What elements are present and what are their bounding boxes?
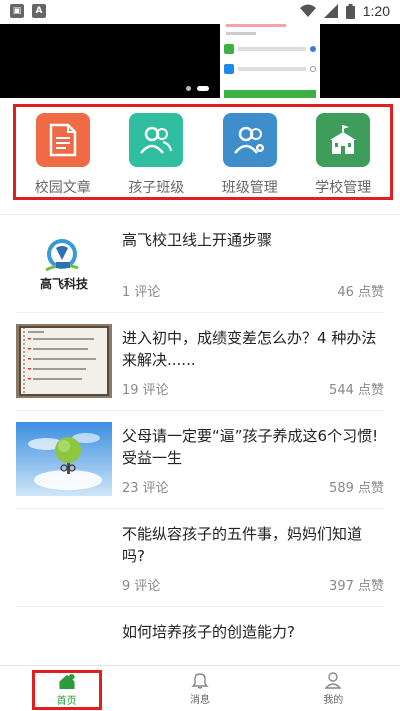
home-icon xyxy=(59,673,75,689)
article-thumbnail xyxy=(16,422,112,496)
like-count: 46 点赞 xyxy=(337,285,384,300)
bottom-tab-bar: 首页 消息 我的 xyxy=(0,665,400,711)
tab-home[interactable]: 首页 xyxy=(31,669,102,710)
comment-count: 19 评论 xyxy=(122,383,169,398)
menu-class-management[interactable]: 班级管理 xyxy=(210,113,290,197)
quick-menu: 校园文章 孩子班级 班级管理 学校管理 xyxy=(13,104,393,200)
menu-label: 班级管理 xyxy=(221,180,278,196)
status-time: 1:20 xyxy=(362,3,390,19)
person-icon xyxy=(324,672,342,689)
article-title[interactable]: 高飞校卫线上开通步骤 xyxy=(122,229,384,251)
banner-image xyxy=(220,24,320,98)
tab-label: 我的 xyxy=(323,695,344,706)
battery-icon xyxy=(345,3,355,19)
bell-icon xyxy=(191,673,209,689)
carousel-dot-active[interactable] xyxy=(197,86,209,91)
menu-campus-articles[interactable]: 校园文章 xyxy=(23,113,103,197)
carousel-indicator xyxy=(186,86,209,91)
tab-messages[interactable]: 消息 xyxy=(165,668,235,710)
article-title[interactable]: 不能纵容孩子的五件事，妈妈们知道吗? xyxy=(122,523,384,567)
tab-profile[interactable]: 我的 xyxy=(298,668,368,710)
article-title[interactable]: 父母请一定要“逼”孩子养成这6个习惯!受益一生 xyxy=(122,425,384,469)
comment-count: 1 评论 xyxy=(122,285,161,300)
like-count: 397 点赞 xyxy=(329,579,384,594)
app-notification-icon: ▣ xyxy=(10,4,24,18)
article-title[interactable]: 如何培养孩子的创造能力? xyxy=(122,621,384,643)
article-thumbnail xyxy=(16,324,112,398)
status-bar: ▣ A 1:20 xyxy=(0,0,400,24)
like-count: 589 点赞 xyxy=(329,481,384,496)
document-icon xyxy=(35,113,90,167)
logo-text: 高飞科技 xyxy=(40,276,89,291)
school-building-icon xyxy=(316,113,371,167)
article-item[interactable]: 高飞科技 高飞校卫线上开通步骤 1 评论 46 点赞 xyxy=(16,215,384,313)
article-title[interactable]: 进入初中，成绩变差怎么办？4 种办法来解决...... xyxy=(122,327,384,371)
carousel-dot[interactable] xyxy=(186,86,191,91)
banner-carousel[interactable] xyxy=(0,24,400,98)
menu-child-class[interactable]: 孩子班级 xyxy=(116,113,196,197)
tab-label: 首页 xyxy=(56,695,77,707)
wifi-icon xyxy=(299,4,316,17)
like-count: 544 点赞 xyxy=(329,383,384,398)
menu-label: 孩子班级 xyxy=(128,180,185,196)
article-thumbnail: 高飞科技 xyxy=(16,226,112,300)
menu-school-management[interactable]: 学校管理 xyxy=(303,113,383,197)
tab-label: 消息 xyxy=(189,695,210,706)
article-item[interactable]: 父母请一定要“逼”孩子养成这6个习惯!受益一生 23 评论 589 点赞 xyxy=(16,411,384,509)
class-manage-icon xyxy=(222,113,277,167)
menu-label: 校园文章 xyxy=(34,180,91,196)
comment-count: 23 评论 xyxy=(122,481,169,496)
menu-label: 学校管理 xyxy=(315,180,372,196)
article-feed: 高飞科技 高飞校卫线上开通步骤 1 评论 46 点赞 进入初中，成绩变差怎么办？… xyxy=(0,215,400,705)
article-item[interactable]: 不能纵容孩子的五件事，妈妈们知道吗? 9 评论 397 点赞 xyxy=(16,509,384,607)
article-item[interactable]: 进入初中，成绩变差怎么办？4 种办法来解决...... 19 评论 544 点赞 xyxy=(16,313,384,411)
comment-count: 9 评论 xyxy=(122,579,161,594)
people-icon xyxy=(129,113,184,167)
font-notification-icon: A xyxy=(32,4,46,18)
signal-icon xyxy=(323,4,338,18)
